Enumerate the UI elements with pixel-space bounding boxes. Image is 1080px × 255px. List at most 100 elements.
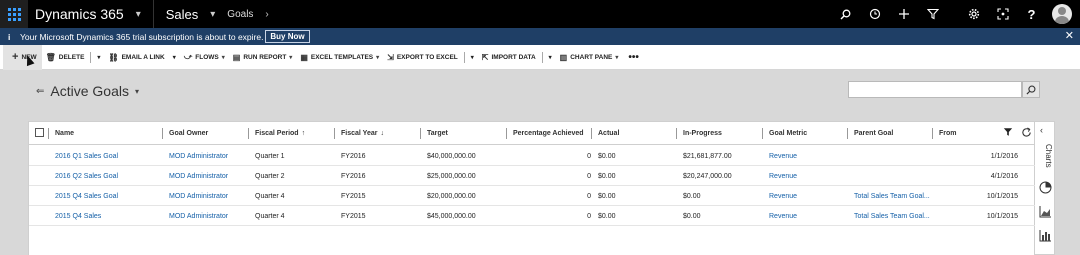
buy-now-button[interactable]: Buy Now — [265, 30, 310, 43]
chevron-down-icon[interactable]: ▾ — [545, 54, 556, 61]
select-all-checkbox[interactable] — [35, 128, 44, 137]
breadcrumb-goals[interactable]: Goals — [227, 9, 253, 20]
column-header-parent-goal[interactable]: Parent Goal — [847, 122, 893, 145]
table-row[interactable]: 2015 Q4 Sales Goal MOD Administrator Qua… — [29, 186, 1036, 206]
chevron-down-icon: ▾ — [376, 54, 380, 61]
search-input[interactable] — [848, 81, 1022, 98]
chevron-down-icon[interactable]: ▾ — [467, 54, 478, 61]
chevron-right-icon[interactable]: › — [265, 9, 268, 20]
chevron-down-icon[interactable]: ▾ — [210, 9, 215, 20]
back-arrow-icon[interactable]: ⇐ — [36, 86, 44, 97]
goal-owner-link[interactable]: MOD Administrator — [169, 166, 228, 186]
chevron-down-icon[interactable]: ▾ — [135, 87, 139, 96]
delete-button[interactable]: 🗑 DELETE — [42, 45, 89, 70]
import-icon: ⇱ — [481, 52, 489, 62]
fiscal-year-cell: FY2015 — [341, 192, 366, 200]
bar-chart-icon[interactable] — [1038, 228, 1052, 242]
history-icon[interactable] — [860, 0, 889, 28]
flows-button[interactable]: ⤻ FLOWS ▾ — [180, 45, 229, 70]
column-header-actual[interactable]: Actual — [591, 122, 619, 145]
refresh-icon[interactable] — [1021, 126, 1032, 141]
area-chart-icon[interactable] — [1038, 204, 1052, 218]
column-header-goal-metric[interactable]: Goal Metric — [762, 122, 807, 145]
charts-rail-label[interactable]: Charts — [1037, 144, 1053, 168]
trash-icon: 🗑 — [45, 52, 56, 62]
in-progress-cell: $0.00 — [683, 192, 701, 200]
table-row[interactable]: 2016 Q1 Sales Goal MOD Administrator Qua… — [29, 146, 1036, 166]
charts-rail: ‹ Charts — [1035, 121, 1055, 255]
run-report-button[interactable]: ▤ RUN REPORT ▾ — [229, 45, 297, 70]
cmd-divider — [90, 51, 92, 63]
assistant-icon[interactable] — [988, 0, 1017, 28]
export-excel-label: EXPORT TO EXCEL — [396, 53, 458, 61]
column-header-fiscal-period[interactable]: Fiscal Period ↑ — [248, 122, 305, 145]
fiscal-period-cell: Quarter 1 — [255, 152, 285, 160]
chevron-down-icon[interactable]: ▾ — [93, 54, 104, 61]
goal-owner-link[interactable]: MOD Administrator — [169, 206, 228, 226]
goal-name-link[interactable]: 2015 Q4 Sales — [55, 206, 101, 226]
table-row[interactable]: 2015 Q4 Sales MOD Administrator Quarter … — [29, 206, 1036, 226]
filter-icon[interactable] — [918, 0, 947, 28]
column-header-goal-owner[interactable]: Goal Owner — [162, 122, 208, 145]
new-button[interactable]: + NEW — [3, 44, 42, 70]
page-margin — [1055, 70, 1080, 255]
goal-metric-link[interactable]: Revenue — [769, 146, 797, 166]
goal-metric-link[interactable]: Revenue — [769, 206, 797, 226]
flow-icon: ⤻ — [183, 52, 193, 61]
export-excel-button[interactable]: ⇲ EXPORT TO EXCEL — [383, 45, 462, 70]
grid-header: Name Goal Owner Fiscal Period ↑ Fiscal Ye… — [29, 122, 1036, 145]
excel-templates-button[interactable]: ▦ EXCEL TEMPLATES ▾ — [296, 45, 383, 70]
email-link-button[interactable]: ⛓ EMAIL A LINK — [104, 45, 168, 70]
user-avatar[interactable] — [1052, 4, 1072, 24]
search-icon[interactable] — [1022, 81, 1040, 98]
chevron-down-icon[interactable]: ▾ — [169, 54, 180, 61]
chevron-left-icon[interactable]: ‹ — [1040, 125, 1043, 135]
pie-chart-icon[interactable] — [1038, 180, 1052, 194]
goal-name-link[interactable]: 2016 Q1 Sales Goal — [55, 146, 118, 166]
parent-goal-link[interactable]: Total Sales Team Goal... — [854, 206, 930, 226]
actual-cell: $0.00 — [598, 212, 616, 220]
goal-owner-link[interactable]: MOD Administrator — [169, 186, 228, 206]
chart-pane-button[interactable]: ▥ CHART PANE ▾ — [556, 45, 623, 70]
filter-icon[interactable] — [1003, 127, 1013, 140]
more-commands-icon[interactable]: ••• — [622, 45, 645, 70]
column-header-in-progress[interactable]: In-Progress — [676, 122, 722, 145]
help-icon[interactable]: ? — [1017, 0, 1046, 28]
import-data-button[interactable]: ⇱ IMPORT DATA — [478, 45, 540, 70]
table-row[interactable]: 2016 Q2 Sales Goal MOD Administrator Qua… — [29, 166, 1036, 186]
cmd-divider — [541, 51, 543, 63]
column-header-percentage-achieved[interactable]: Percentage Achieved — [506, 122, 584, 145]
email-link-label: EMAIL A LINK — [121, 53, 165, 61]
actual-cell: $0.00 — [598, 152, 616, 160]
goals-grid: Name Goal Owner Fiscal Period ↑ Fiscal Ye… — [28, 121, 1036, 255]
column-header-fiscal-year[interactable]: Fiscal Year ↓ — [334, 122, 384, 145]
actual-cell: $0.00 — [598, 172, 616, 180]
view-selector[interactable]: ⇐ Active Goals ▾ — [36, 83, 139, 99]
goal-name-link[interactable]: 2016 Q2 Sales Goal — [55, 166, 118, 186]
search-icon[interactable] — [831, 0, 860, 28]
goal-metric-link[interactable]: Revenue — [769, 186, 797, 206]
area-selector[interactable]: Sales — [166, 7, 199, 22]
top-nav-bar: Dynamics 365 ▾ Sales ▾ Goals › ? — [0, 0, 1080, 28]
parent-goal-link[interactable]: Total Sales Team Goal... — [854, 186, 930, 206]
goal-name-link[interactable]: 2015 Q4 Sales Goal — [55, 186, 118, 206]
column-header-target[interactable]: Target — [420, 122, 448, 145]
in-progress-cell: $20,247,000.00 — [683, 172, 732, 180]
settings-icon[interactable] — [959, 0, 988, 28]
percentage-achieved-cell: 0 — [587, 152, 591, 160]
app-name[interactable]: Dynamics 365 — [35, 6, 124, 22]
nav-divider — [152, 0, 154, 28]
plus-icon[interactable] — [889, 0, 918, 28]
column-header-from[interactable]: From — [932, 122, 957, 145]
trial-banner: i Your Microsoft Dynamics 365 trial subs… — [0, 28, 1080, 45]
close-icon[interactable]: ✕ — [1065, 29, 1074, 42]
in-progress-cell: $21,681,877.00 — [683, 152, 732, 160]
column-header-name[interactable]: Name — [48, 122, 74, 145]
goal-owner-link[interactable]: MOD Administrator — [169, 146, 228, 166]
goal-metric-link[interactable]: Revenue — [769, 166, 797, 186]
app-launcher-icon[interactable] — [0, 0, 28, 28]
chart-pane-label: CHART PANE — [570, 53, 613, 61]
chevron-down-icon[interactable]: ▾ — [136, 9, 141, 20]
from-date-cell: 10/1/2015 — [986, 212, 1018, 220]
percentage-achieved-cell: 0 — [587, 192, 591, 200]
